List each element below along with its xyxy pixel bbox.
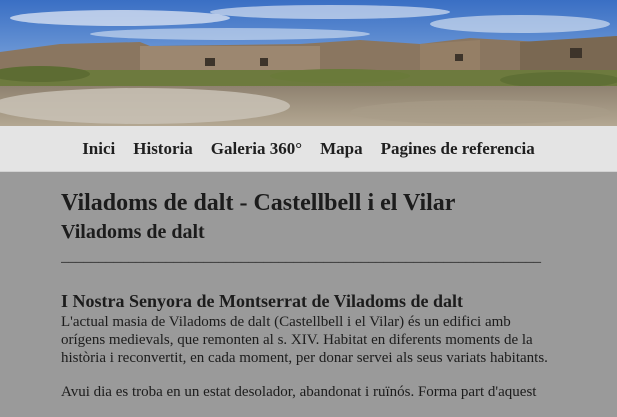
main-content: Viladoms de dalt - Castellbell i el Vila… [61,171,561,401]
section-heading: I Nostra Senyora de Montserrat de Vilado… [61,291,463,311]
history-paragraph: L'actual masia de Viladoms de dalt (Cast… [61,314,548,366]
nav-link-galeria-360[interactable]: Galeria 360° [211,139,302,159]
hero-image [0,0,617,126]
nav-link-inici[interactable]: Inici [82,139,115,159]
page-subtitle: Viladoms de dalt [61,221,205,243]
condition-paragraph: Avui dia es troba en un estat desolador,… [61,384,537,400]
castle-ruins-image [0,0,617,126]
nav-link-historia[interactable]: Historia [133,139,193,159]
nav-link-mapa[interactable]: Mapa [320,139,363,159]
main-navigation: Inici Historia Galeria 360° Mapa Pagines… [0,126,617,172]
nav-link-pagines-de-referencia[interactable]: Pagines de referencia [381,139,535,159]
separator-line: ________________________________________… [61,249,541,265]
page-title: Viladoms de dalt - Castellbell i el Vila… [61,190,456,216]
